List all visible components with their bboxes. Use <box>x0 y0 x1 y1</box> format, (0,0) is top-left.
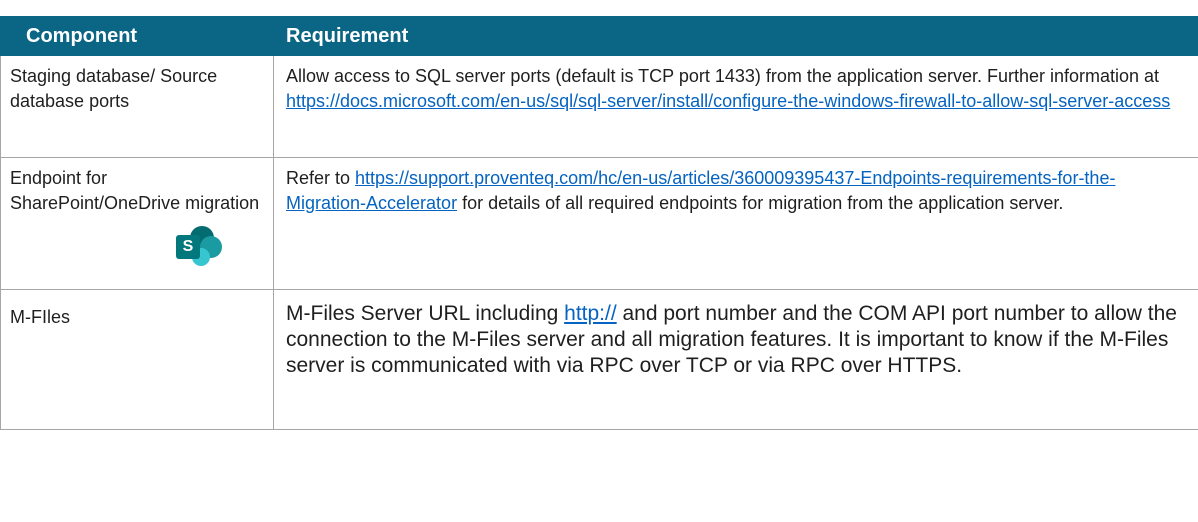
sharepoint-icon-letter: S <box>176 235 200 259</box>
requirement-link[interactable]: http:// <box>564 302 617 325</box>
table-row: M-FIles M-Files Server URL including htt… <box>0 289 1198 430</box>
column-header-requirement: Requirement <box>273 16 1198 56</box>
requirement-cell: M-Files Server URL including http:// and… <box>273 289 1198 430</box>
requirement-text: M-Files Server URL including <box>286 302 565 325</box>
component-cell: M-FIles <box>0 289 274 430</box>
component-cell: Staging database/ Source database ports <box>0 55 274 158</box>
table-header-row: Component Requirement <box>0 16 1198 56</box>
table-row: Endpoint for SharePoint/OneDrive migrati… <box>0 157 1198 290</box>
requirement-text: Refer to <box>286 168 356 188</box>
column-header-component: Component <box>0 16 274 56</box>
component-label: Endpoint for SharePoint/OneDrive migrati… <box>10 168 260 213</box>
sharepoint-icon: S <box>176 226 224 274</box>
component-cell: Endpoint for SharePoint/OneDrive migrati… <box>0 157 274 290</box>
table-row: Staging database/ Source database ports … <box>0 55 1198 158</box>
requirement-text: Allow access to SQL server ports (defaul… <box>286 66 1160 86</box>
requirement-cell: Refer to https://support.proventeq.com/h… <box>273 157 1198 290</box>
requirement-text: for details of all required endpoints fo… <box>457 193 1064 213</box>
requirement-cell: Allow access to SQL server ports (defaul… <box>273 55 1198 158</box>
requirement-link[interactable]: https://docs.microsoft.com/en-us/sql/sql… <box>286 91 1170 111</box>
requirements-table: Component Requirement Staging database/ … <box>0 16 1198 430</box>
